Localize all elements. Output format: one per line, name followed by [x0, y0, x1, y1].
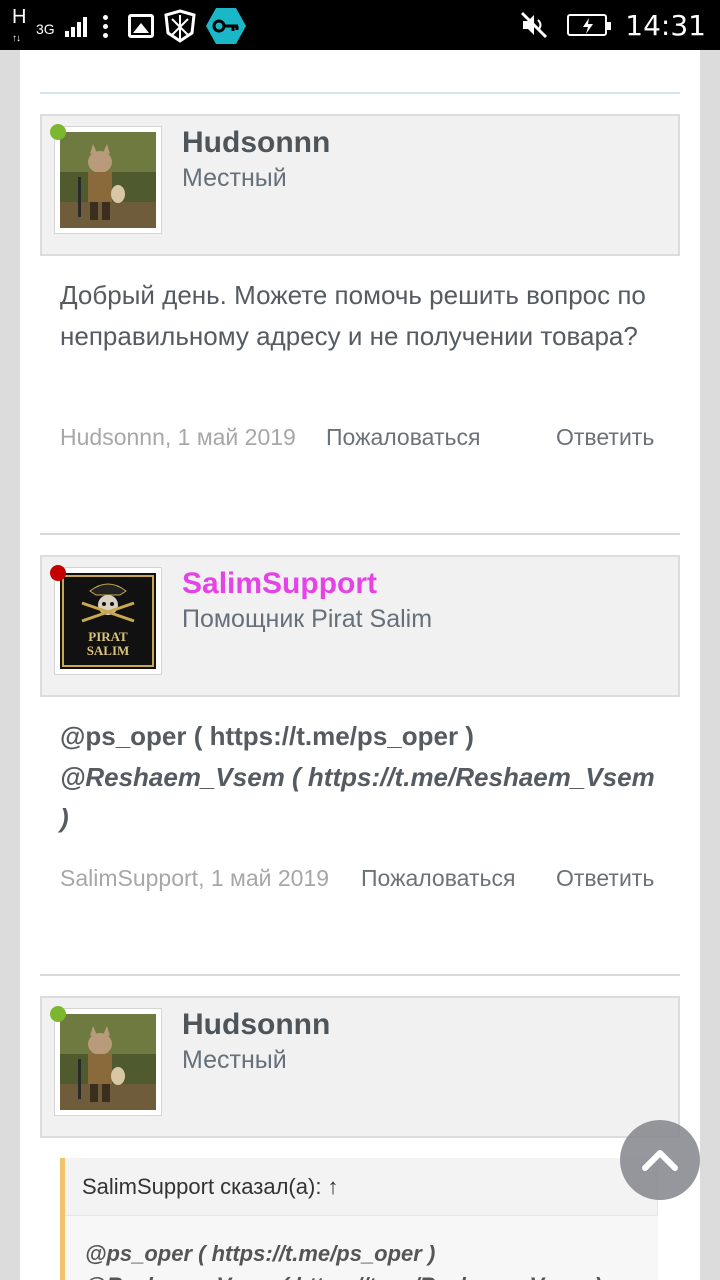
avatar[interactable]: PIRAT SALIM: [54, 567, 162, 675]
post-message: @ps_oper ( https://t.me/ps_oper ) @Resha…: [60, 716, 680, 839]
gallery-notification-icon: [127, 14, 154, 38]
network-3g-label: 3G: [36, 21, 55, 37]
post-author-title: Помощник Pirat Salim: [182, 605, 433, 633]
message-line-3: ): [60, 803, 69, 833]
clock: 14:31: [625, 8, 706, 42]
post-author-name[interactable]: SalimSupport: [182, 567, 377, 601]
online-status-dot: [50, 124, 66, 140]
vpn-key-icon: [205, 8, 246, 44]
quote-block: SalimSupport сказал(а): ↑ @ps_oper ( htt…: [60, 1158, 658, 1280]
quote-author-link[interactable]: SalimSupport сказал(а): ↑: [82, 1174, 339, 1200]
divider: [40, 92, 680, 94]
divider: [40, 974, 680, 976]
chevron-up-icon: [642, 1150, 678, 1171]
post-message: Добрый день. Можете помочь решить вопрос…: [60, 280, 646, 351]
network-indicator: H ↑↓: [10, 7, 36, 45]
online-status-dot: [50, 1006, 66, 1022]
reply-link[interactable]: Ответить: [556, 865, 654, 892]
more-notifications-icon: [102, 14, 108, 38]
thread-page[interactable]: Hudsonnn Местный Добрый день. Можете пом…: [20, 50, 700, 1280]
cat-avatar-image: [60, 1014, 156, 1110]
post-author-name[interactable]: Hudsonnn: [182, 126, 330, 160]
pirat-salim-avatar-image: PIRAT SALIM: [60, 573, 156, 669]
shield-notification-icon: [164, 9, 196, 43]
post-author-card: Hudsonnn Местный: [40, 114, 680, 256]
status-bar: H ↑↓ 3G 14:31: [0, 0, 720, 50]
avatar[interactable]: [54, 1008, 162, 1116]
post-author-title: Местный: [182, 164, 287, 192]
battery-charging-icon: [567, 14, 612, 36]
signal-strength-icon: [64, 17, 87, 37]
quote-line-2[interactable]: @Reshaem_Vsem ( https://t.me/Reshaem_Vse…: [85, 1270, 602, 1280]
report-link[interactable]: Пожаловаться: [361, 865, 515, 892]
post-author-date[interactable]: Hudsonnn, 1 май 2019: [60, 424, 296, 451]
post-author-card: PIRAT SALIM SalimSupport Помощник Pirat …: [40, 555, 680, 697]
avatar-text-pirat: PIRAT: [88, 629, 128, 644]
post-author-name[interactable]: Hudsonnn: [182, 1008, 330, 1042]
network-type-h: H: [12, 6, 27, 28]
quote-body: @ps_oper ( https://t.me/ps_oper ) @Resha…: [85, 1238, 602, 1280]
post-meta: SalimSupport, 1 май 2019 Пожаловаться От…: [60, 865, 660, 895]
divider: [40, 533, 680, 535]
offline-status-dot: [50, 565, 66, 581]
data-arrows-icon: ↑↓: [12, 33, 21, 44]
message-line-1[interactable]: @ps_oper ( https://t.me/ps_oper ): [60, 716, 680, 757]
scroll-to-top-button[interactable]: [620, 1120, 700, 1200]
post-author-title: Местный: [182, 1046, 287, 1074]
avatar[interactable]: [54, 126, 162, 234]
reply-link[interactable]: Ответить: [556, 424, 654, 451]
avatar-text-salim: SALIM: [87, 643, 130, 658]
quote-line-1[interactable]: @ps_oper ( https://t.me/ps_oper ): [85, 1238, 602, 1270]
quote-header: SalimSupport сказал(а): ↑: [65, 1158, 658, 1216]
post-author-date[interactable]: SalimSupport, 1 май 2019: [60, 865, 329, 892]
report-link[interactable]: Пожаловаться: [326, 424, 480, 451]
post-meta: Hudsonnn, 1 май 2019 Пожаловаться Ответи…: [60, 424, 660, 454]
post-author-card: Hudsonnn Местный: [40, 996, 680, 1138]
cat-avatar-image: [60, 132, 156, 228]
mute-icon: [521, 11, 548, 39]
message-line-2[interactable]: @Reshaem_Vsem ( https://t.me/Reshaem_Vse…: [60, 757, 680, 798]
